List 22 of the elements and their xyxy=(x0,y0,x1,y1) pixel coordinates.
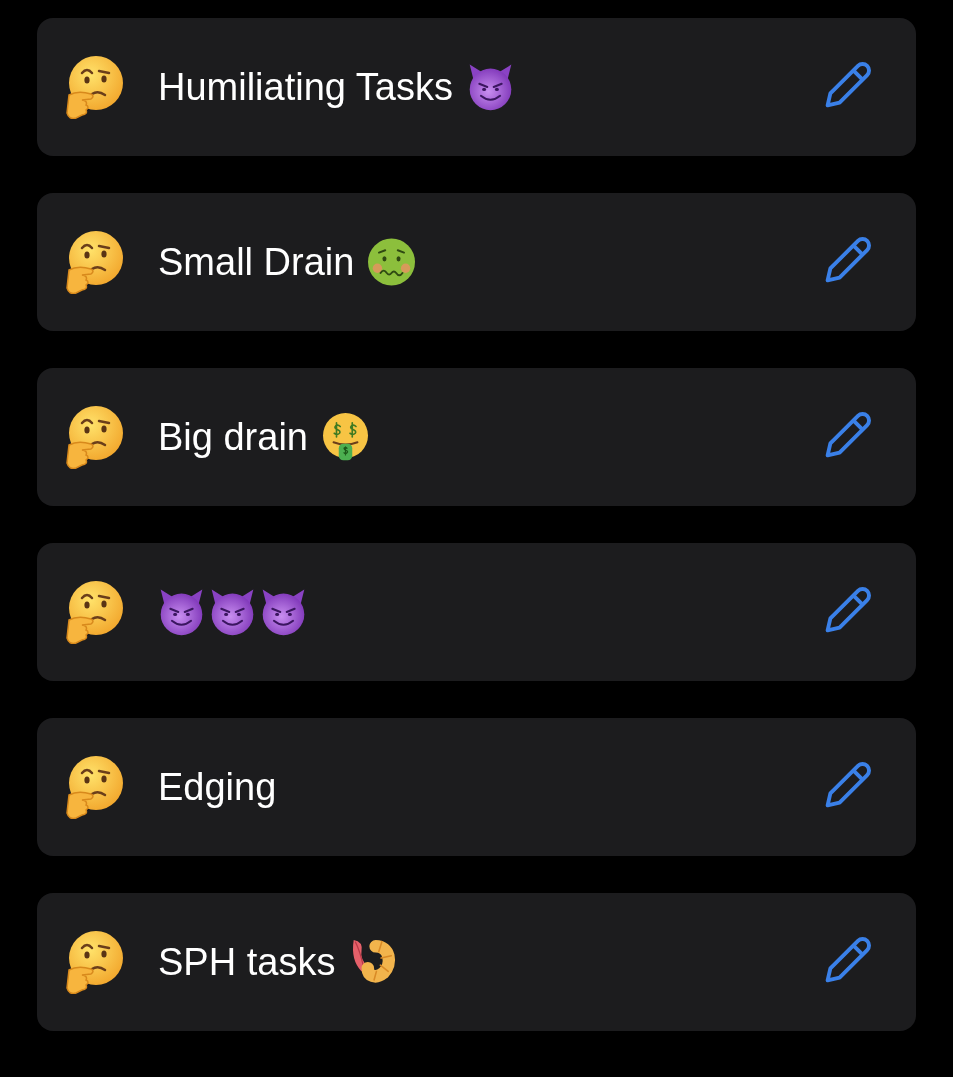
thinking-face-icon xyxy=(64,930,126,994)
devil-face-icon xyxy=(158,588,205,636)
devil-face-icon xyxy=(260,588,307,636)
nauseated-face-icon xyxy=(368,238,416,286)
devil-face-icon xyxy=(209,588,256,636)
task-title: Humiliating Tasks xyxy=(158,65,453,110)
task-title: SPH tasks xyxy=(158,940,336,985)
task-row[interactable]: Small Drain xyxy=(37,193,916,331)
task-row[interactable]: Edging xyxy=(37,718,916,856)
thinking-face-icon xyxy=(64,405,126,469)
task-row[interactable]: Humiliating Tasks xyxy=(37,18,916,156)
task-title: Edging xyxy=(158,765,277,810)
thinking-face-icon xyxy=(64,755,126,819)
thinking-face-icon xyxy=(64,580,126,644)
task-row[interactable]: Big drain xyxy=(37,368,916,506)
thinking-face-icon xyxy=(64,230,126,294)
task-row[interactable] xyxy=(37,543,916,681)
money-mouth-face-icon xyxy=(322,413,369,461)
task-row[interactable]: SPH tasks xyxy=(37,893,916,1031)
task-title: Big drain xyxy=(158,415,308,460)
task-title: Small Drain xyxy=(158,240,355,285)
thinking-face-icon xyxy=(64,55,126,119)
